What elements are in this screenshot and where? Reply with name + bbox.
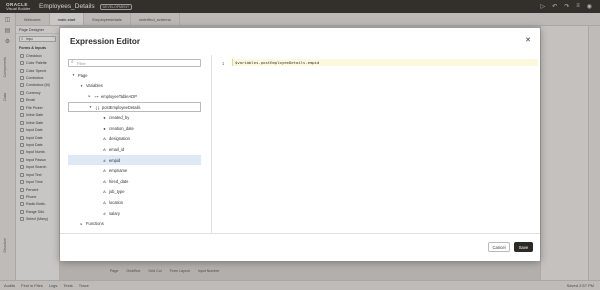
type-icon: A: [103, 168, 106, 174]
close-icon[interactable]: ✕: [525, 36, 531, 44]
tree-node-label: salary: [109, 210, 120, 216]
save-button[interactable]: Save: [514, 242, 533, 252]
tree-node[interactable]: ▸ Functions: [68, 218, 201, 229]
type-icon: A: [103, 136, 106, 142]
tree-node[interactable]: # empid: [68, 154, 201, 166]
tree-node-label: creation_date: [109, 125, 134, 131]
tree-node[interactable]: ● creation_date: [68, 123, 201, 134]
dialog-footer: [60, 233, 540, 261]
dialog-title: Expression Editor: [70, 37, 141, 46]
expression-editor-dialog: Expression Editor ✕ Filter ▾Page▾Variabl…: [60, 28, 540, 261]
tree-node[interactable]: Adesignation: [68, 134, 201, 145]
type-icon: #: [103, 210, 106, 216]
tree-node[interactable]: ● created_by: [68, 112, 201, 123]
filter-input[interactable]: Filter: [68, 59, 201, 67]
tree-node-label: Page: [78, 72, 88, 78]
tree-node-label: Variables: [86, 83, 103, 89]
tree-node[interactable]: Aempname: [68, 165, 201, 176]
tree-node-label: email_id: [109, 146, 125, 152]
type-icon: ●: [103, 115, 106, 121]
type-icon: #: [103, 157, 106, 163]
tree-node[interactable]: Ahired_date: [68, 176, 201, 187]
tree-node[interactable]: ▾ Page: [68, 70, 201, 81]
line-number: 1: [222, 61, 225, 66]
expand-toggle-icon[interactable]: ▾: [88, 105, 93, 109]
tree-node-label: designation: [109, 136, 130, 142]
tree-node[interactable]: ▾ Variables: [68, 81, 201, 92]
type-icon: { }: [95, 104, 100, 110]
expand-toggle-icon[interactable]: ▸: [79, 222, 84, 226]
tree-node-label: created_by: [109, 115, 130, 121]
variables-tree: Filter ▾Page▾Variables▸⊶employeeTableADP…: [68, 59, 201, 232]
tree-node[interactable]: ▾{ } postEmployeeDetails: [68, 101, 201, 113]
type-icon: A: [103, 199, 106, 205]
tree-node-label: Functions: [86, 221, 104, 227]
tree-node[interactable]: # salary: [68, 208, 201, 219]
tree-node[interactable]: Ajob_type: [68, 187, 201, 198]
type-icon: ⊶: [94, 93, 99, 99]
tree-node[interactable]: ▸ ⊶ employeeTableADP: [68, 91, 201, 102]
tree-node-label: empid: [109, 157, 121, 163]
tree-node-label: employeeTableADP: [101, 93, 137, 99]
tree-node[interactable]: Alocation: [68, 197, 201, 208]
cancel-button[interactable]: Cancel: [488, 242, 510, 252]
type-icon: A: [103, 146, 106, 152]
type-icon: ●: [103, 125, 106, 131]
tree-node-label: job_type: [109, 189, 125, 195]
expression-text[interactable]: $variables.postEmployeeDetails.empid: [232, 59, 538, 66]
expand-toggle-icon[interactable]: ▾: [71, 73, 76, 77]
tree-node-label: postEmployeeDetails: [102, 104, 141, 110]
expand-toggle-icon[interactable]: ▸: [87, 94, 92, 98]
expand-toggle-icon[interactable]: ▾: [79, 84, 84, 88]
tree-node-label: empname: [109, 168, 128, 174]
pane-divider[interactable]: [211, 55, 212, 233]
tree-node-label: hired_date: [109, 178, 129, 184]
type-icon: A: [103, 178, 106, 184]
tree-node[interactable]: Aemail_id: [68, 144, 201, 155]
type-icon: A: [103, 189, 106, 195]
expression-code-editor[interactable]: 1 $variables.postEmployeeDetails.empid: [218, 59, 538, 232]
tree-node-label: location: [109, 199, 124, 205]
